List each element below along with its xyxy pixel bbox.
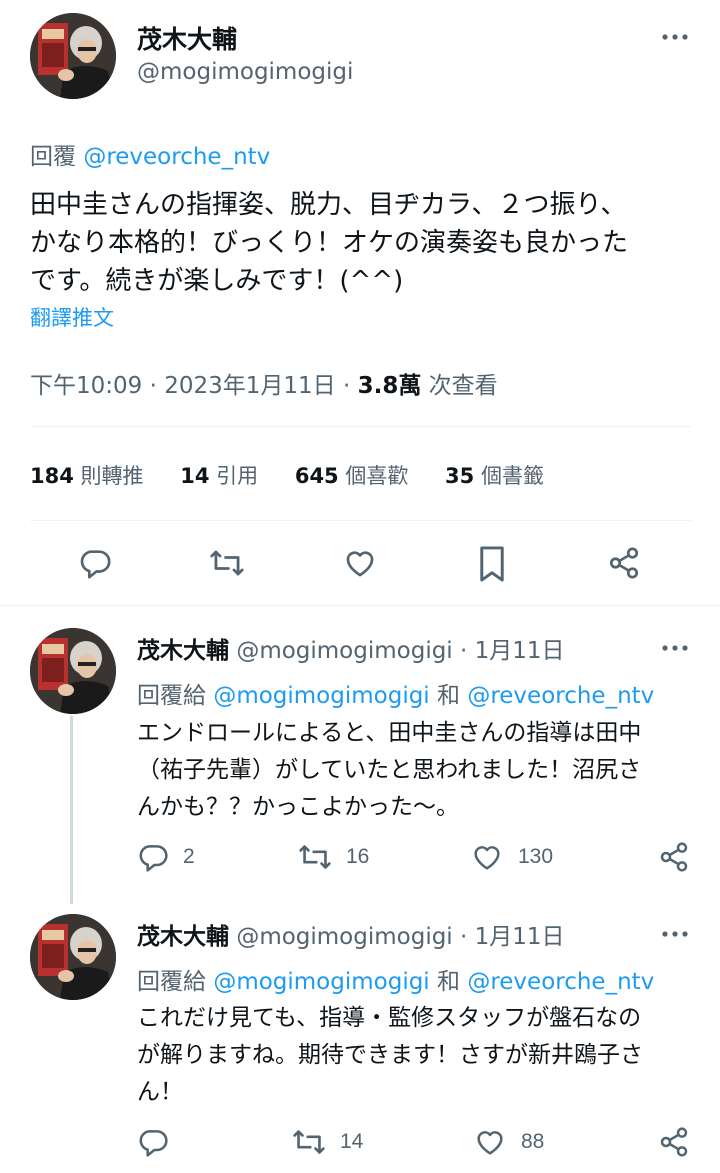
- views-count: 3.8萬: [357, 373, 422, 399]
- retweets-stat[interactable]: 184 則轉推: [30, 464, 144, 488]
- like-button[interactable]: 130: [470, 841, 553, 873]
- reply-text: これだけ見ても、指導・監修スタッフが盤石なの が解りますね。期待できます！さすが…: [137, 1000, 643, 1111]
- share-icon: [609, 547, 639, 579]
- like-count: 130: [518, 845, 554, 868]
- reply-header: 茂木大輔 @mogimogimogigi · 1月11日: [137, 638, 565, 664]
- reply-text-line: んかも？？かっこよかった〜。: [137, 794, 459, 820]
- reply-text-line: が解りますね。期待できます！さすが新井鴎子さ: [137, 1042, 643, 1068]
- reply-mention-link[interactable]: @mogimogimogigi: [213, 969, 429, 995]
- reply-date[interactable]: 1月11日: [475, 924, 565, 950]
- retweet-icon: [293, 1130, 325, 1154]
- reply-date[interactable]: 1月11日: [475, 638, 565, 664]
- reply-button[interactable]: [137, 1126, 169, 1158]
- thread-connector-line: [70, 716, 73, 904]
- share-icon: [660, 1127, 688, 1157]
- like-button[interactable]: [342, 546, 378, 580]
- reply-text: エンドロールによると、田中圭さんの指導は田中 （祐子先輩）がしていたと思われまし…: [137, 715, 641, 826]
- like-button[interactable]: 88: [473, 1126, 544, 1158]
- author-name[interactable]: 茂木大輔: [137, 20, 237, 56]
- tweet-text-line: 田中圭さんの指揮姿、脱力、目ヂカラ、２つ振り、: [30, 190, 627, 220]
- reply-context: 回覆給 @mogimogimogigi 和 @reveorche_ntv: [137, 683, 655, 709]
- reply-prefix: 回覆: [30, 144, 76, 170]
- reply-context: 回覆給 @mogimogimogigi 和 @reveorche_ntv: [137, 969, 655, 995]
- retweet-icon: [299, 845, 331, 869]
- retweet-icon: [210, 550, 244, 576]
- share-button[interactable]: [658, 1126, 690, 1158]
- heart-icon: [346, 551, 374, 577]
- reply-mention-link[interactable]: @reveorche_ntv: [83, 144, 270, 170]
- heart-icon: [474, 846, 500, 870]
- reply-text-line: エンドロールによると、田中圭さんの指導は田中: [137, 720, 642, 746]
- reply-count: 2: [183, 845, 195, 868]
- bookmarks-stat[interactable]: 35 個書籤: [445, 464, 544, 488]
- likes-stat[interactable]: 645 個喜歡: [295, 464, 409, 488]
- author-name[interactable]: 茂木大輔: [137, 638, 229, 664]
- reply-context: 回覆 @reveorche_ntv: [30, 137, 270, 171]
- heart-icon: [477, 1131, 503, 1155]
- tweet-timestamp: 下午10:09 · 2023年1月11日 · 3.8萬 次查看: [30, 373, 498, 399]
- tweet-date[interactable]: 2023年1月11日: [164, 373, 335, 399]
- tweet-text-line: です。続きが楽しみです！(^^): [30, 266, 404, 296]
- quotes-stat[interactable]: 14 引用: [180, 464, 258, 488]
- share-button[interactable]: [607, 546, 641, 580]
- reply-icon: [139, 845, 168, 872]
- reply-mention-link[interactable]: @mogimogimogigi: [213, 683, 429, 709]
- tweet-text-line: かなり本格的！びっくり！オケの演奏姿も良かった: [30, 228, 629, 258]
- more-options-icon[interactable]: [661, 924, 691, 944]
- more-options-icon[interactable]: [661, 638, 691, 658]
- avatar[interactable]: [30, 914, 116, 1000]
- author-handle[interactable]: @mogimogimogigi: [236, 924, 452, 950]
- like-count: 88: [521, 1130, 545, 1153]
- retweet-button[interactable]: 14: [292, 1126, 363, 1158]
- translate-tweet-link[interactable]: 翻譯推文: [30, 302, 114, 332]
- tweet-text: 田中圭さんの指揮姿、脱力、目ヂカラ、２つ振り、 かなり本格的！びっくり！オケの演…: [30, 186, 628, 300]
- share-icon: [660, 842, 688, 872]
- reply-mention-link[interactable]: @reveorche_ntv: [467, 969, 654, 995]
- avatar[interactable]: [30, 13, 116, 99]
- views-label: 次查看: [428, 373, 498, 399]
- retweet-button[interactable]: [209, 546, 245, 580]
- reply-text-line: これだけ見ても、指導・監修スタッフが盤石なの: [137, 1005, 642, 1031]
- more-options-icon[interactable]: [661, 27, 691, 47]
- reply-header: 茂木大輔 @mogimogimogigi · 1月11日: [137, 924, 565, 950]
- avatar[interactable]: [30, 628, 116, 714]
- bookmark-icon: [480, 546, 504, 582]
- reply-button[interactable]: [78, 546, 112, 580]
- tweet-time[interactable]: 下午10:09: [30, 373, 142, 399]
- author-handle[interactable]: @mogimogimogigi: [137, 59, 353, 85]
- share-button[interactable]: [658, 841, 690, 873]
- author-name[interactable]: 茂木大輔: [137, 924, 229, 950]
- author-handle[interactable]: @mogimogimogigi: [236, 638, 452, 664]
- retweet-button[interactable]: 16: [298, 841, 369, 873]
- reply-text-line: ん！: [137, 1079, 183, 1105]
- retweet-count: 16: [346, 845, 370, 868]
- reply-icon: [139, 1130, 168, 1157]
- reply-button[interactable]: 2: [137, 841, 195, 873]
- retweet-count: 14: [340, 1130, 364, 1153]
- reply-text-line: （祐子先輩）がしていたと思われました！沼尻さ: [137, 757, 642, 783]
- reply-icon: [80, 550, 111, 579]
- tweet-stats: 184 則轉推 14 引用 645 個喜歡 35 個書籤: [30, 460, 544, 490]
- bookmark-button[interactable]: [477, 545, 507, 583]
- reply-mention-link[interactable]: @reveorche_ntv: [467, 683, 654, 709]
